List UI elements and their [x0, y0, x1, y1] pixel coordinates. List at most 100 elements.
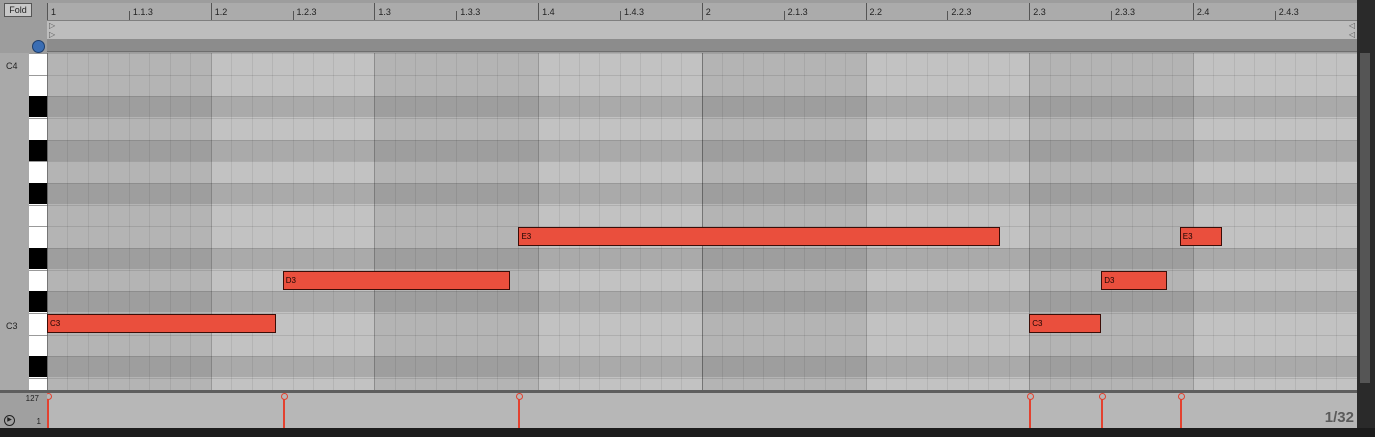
black-key[interactable]	[29, 356, 47, 378]
midi-note[interactable]: D3	[282, 270, 511, 290]
midi-note[interactable]: C3	[1029, 314, 1102, 334]
white-key-edge	[29, 269, 47, 271]
midi-note[interactable]: D3	[1101, 270, 1167, 290]
grid-column-line	[353, 53, 355, 390]
black-key[interactable]	[29, 183, 47, 205]
grid-column-line	[558, 53, 560, 390]
grid-column-line	[1049, 53, 1051, 390]
ruler-label: 2.1.3	[787, 7, 808, 17]
grid-column-line	[190, 53, 192, 390]
ruler-label: 2.3.3	[1115, 7, 1136, 17]
midi-note[interactable]: C3	[47, 314, 277, 334]
velocity-max-label: 127	[25, 394, 39, 403]
grid-column-line	[845, 53, 847, 390]
velocity-handle[interactable]	[1099, 393, 1107, 400]
midi-note[interactable]: E3	[518, 227, 1000, 247]
grid-column-line	[47, 53, 48, 390]
grid-column-line	[210, 53, 212, 390]
preview-headphone-icon[interactable]	[32, 40, 45, 53]
velocity-handle[interactable]	[1177, 393, 1185, 400]
black-key[interactable]	[29, 248, 47, 270]
scrollbar-thumb[interactable]	[1360, 53, 1370, 383]
grid-column-line	[1192, 53, 1194, 390]
grid-column-line	[701, 53, 703, 390]
grid-column-line	[292, 53, 294, 390]
grid-column-line	[988, 53, 990, 390]
grid-column-line	[1213, 53, 1215, 390]
grid-column-line	[660, 53, 662, 390]
velocity-lane[interactable]: 1/32	[47, 393, 1357, 428]
grid-column-line	[415, 53, 417, 390]
piano-keyboard[interactable]	[29, 53, 48, 390]
grid-column-line	[1336, 53, 1338, 390]
note-grid[interactable]: C3 D3 E3 C3 D3 E3	[47, 53, 1357, 390]
grid-column-line	[722, 53, 724, 390]
grid-column-line	[967, 53, 969, 390]
velocity-stem[interactable]	[1179, 399, 1182, 428]
white-key-edge	[29, 334, 47, 336]
ruler-tick	[456, 11, 458, 20]
velocity-handle[interactable]	[280, 393, 288, 400]
loop-brace[interactable]	[47, 39, 1357, 52]
ruler-label: 2.2.3	[951, 7, 972, 17]
velocity-stem[interactable]	[47, 399, 49, 428]
velocity-stem[interactable]	[518, 399, 521, 428]
grid-column-line	[538, 53, 540, 390]
velocity-stem[interactable]	[282, 399, 285, 428]
grid-column-line	[619, 53, 621, 390]
grid-column-line	[169, 53, 171, 390]
grid-column-line	[1008, 53, 1010, 390]
grid-column-line	[497, 53, 499, 390]
velocity-handle[interactable]	[516, 393, 524, 400]
ruler-tick	[374, 3, 376, 20]
grid-column-line	[579, 53, 581, 390]
grid-column-line	[333, 53, 335, 390]
octave-label-c4: C4	[6, 61, 18, 71]
grid-column-line	[128, 53, 130, 390]
beat-ruler[interactable]: 1 1.1.3 1.2 1.2.3 1.3 1.3.3 1.4 1.4.3 2 2.1.3 2.2 2…	[47, 3, 1357, 21]
fold-button[interactable]: Fold	[4, 3, 32, 17]
midi-note[interactable]: E3	[1179, 227, 1223, 247]
ruler-tick	[538, 3, 540, 20]
velocity-handle[interactable]	[47, 393, 52, 400]
grid-column-line	[804, 53, 806, 390]
black-key[interactable]	[29, 139, 47, 161]
bottom-edge	[0, 428, 1375, 437]
grid-column-line	[394, 53, 396, 390]
grid-column-line	[1233, 53, 1235, 390]
grid-column-line	[1090, 53, 1092, 390]
ruler-label: 2	[705, 7, 711, 17]
ruler-label: 1.2	[214, 7, 228, 17]
grid-column-line	[272, 53, 274, 390]
black-key[interactable]	[29, 96, 47, 118]
grid-column-line	[783, 53, 785, 390]
ruler-tick	[865, 3, 867, 20]
ruler-label: 2.4.3	[1278, 7, 1299, 17]
grid-column-line	[87, 53, 89, 390]
velocity-scale: 127 1 ▶	[0, 393, 47, 428]
grid-column-line	[1315, 53, 1317, 390]
black-key[interactable]	[29, 291, 47, 313]
velocity-handle[interactable]	[1027, 393, 1035, 400]
ruler-tick	[619, 11, 621, 20]
velocity-min-label: 1	[36, 417, 41, 426]
grid-column-line	[67, 53, 69, 390]
ruler-tick	[292, 11, 294, 20]
velocity-stem[interactable]	[1029, 399, 1032, 428]
grid-column-line	[824, 53, 826, 390]
play-icon[interactable]: ▶	[4, 415, 15, 426]
white-key-edge	[29, 161, 47, 163]
grid-quantization-label: 1/32	[1324, 409, 1354, 426]
grid-column-line	[906, 53, 908, 390]
ruler-label: 1.1.3	[132, 7, 153, 17]
grid-column-line	[374, 53, 376, 390]
vertical-scrollbar[interactable]	[1357, 0, 1375, 437]
grid-column-line	[865, 53, 867, 390]
octave-label-column: C4 C3	[0, 53, 30, 390]
velocity-stem[interactable]	[1101, 399, 1104, 428]
ruler-label: 2.3	[1033, 7, 1046, 17]
grid-column-line	[681, 53, 683, 390]
ruler-tick	[1111, 11, 1113, 20]
white-key-edge	[29, 204, 47, 206]
grid-column-line	[1254, 53, 1256, 390]
